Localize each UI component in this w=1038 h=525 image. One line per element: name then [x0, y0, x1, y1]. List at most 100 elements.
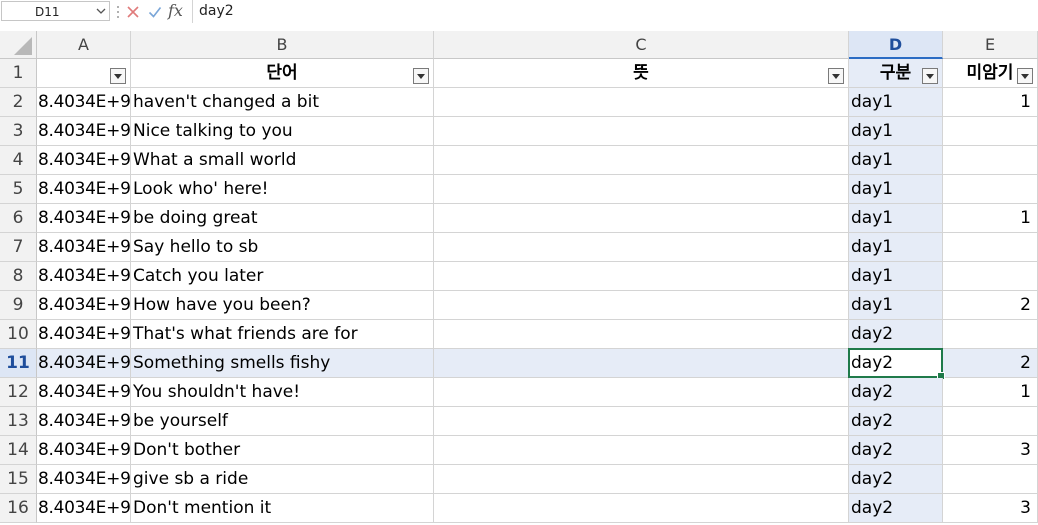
cell-e5[interactable]	[943, 175, 1038, 204]
cell-d12[interactable]: day2	[849, 378, 943, 407]
cell-b13[interactable]: be yourself	[131, 407, 434, 436]
cell-b9[interactable]: How have you been?	[131, 291, 434, 320]
function-fx-icon[interactable]: fx	[168, 1, 183, 20]
cell-b5[interactable]: Look who' here!	[131, 175, 434, 204]
cell-e4[interactable]	[943, 146, 1038, 175]
cell-d9[interactable]: day1	[849, 291, 943, 320]
cell-e6[interactable]: 1	[943, 204, 1038, 233]
cell-e7[interactable]	[943, 233, 1038, 262]
column-header-b[interactable]: B	[131, 31, 434, 59]
cell-d5[interactable]: day1	[849, 175, 943, 204]
cell-d4[interactable]: day1	[849, 146, 943, 175]
cell-c5[interactable]	[434, 175, 849, 204]
formula-input[interactable]: day2	[192, 0, 1038, 23]
cell-b16[interactable]: Don't mention it	[131, 494, 434, 523]
row-header-16[interactable]: 16	[0, 494, 37, 523]
cell-d8[interactable]: day1	[849, 262, 943, 291]
cell-b3[interactable]: Nice talking to you	[131, 117, 434, 146]
cell-e11[interactable]: 2	[943, 349, 1038, 378]
column-header-c[interactable]: C	[434, 31, 849, 59]
row-header-7[interactable]: 7	[0, 233, 37, 262]
filter-dropdown-icon[interactable]	[110, 68, 126, 84]
cell-a9[interactable]: 8.4034E+9	[37, 291, 131, 320]
row-header-13[interactable]: 13	[0, 407, 37, 436]
cell-e9[interactable]: 2	[943, 291, 1038, 320]
cell-b7[interactable]: Say hello to sb	[131, 233, 434, 262]
row-header-5[interactable]: 5	[0, 175, 37, 204]
confirm-check-icon[interactable]	[146, 3, 164, 21]
cell-a14[interactable]: 8.4034E+9	[37, 436, 131, 465]
cell-c8[interactable]	[434, 262, 849, 291]
filter-dropdown-icon[interactable]	[413, 68, 429, 84]
cell-c3[interactable]	[434, 117, 849, 146]
cell-c4[interactable]	[434, 146, 849, 175]
cell-b12[interactable]: You shouldn't have!	[131, 378, 434, 407]
column-header-a[interactable]: A	[37, 31, 131, 59]
cell-a4[interactable]: 8.4034E+9	[37, 146, 131, 175]
cell-a13[interactable]: 8.4034E+9	[37, 407, 131, 436]
cell-d14[interactable]: day2	[849, 436, 943, 465]
cell-d3[interactable]: day1	[849, 117, 943, 146]
cell-b11[interactable]: Something smells fishy	[131, 349, 434, 378]
cell-a15[interactable]: 8.4034E+9	[37, 465, 131, 494]
cell-b15[interactable]: give sb a ride	[131, 465, 434, 494]
cell-c2[interactable]	[434, 88, 849, 117]
row-header-1[interactable]: 1	[0, 59, 37, 88]
row-header-15[interactable]: 15	[0, 465, 37, 494]
cell-c10[interactable]	[434, 320, 849, 349]
cell-c15[interactable]	[434, 465, 849, 494]
cell-b4[interactable]: What a small world	[131, 146, 434, 175]
chevron-down-icon[interactable]	[96, 6, 106, 16]
header-cell-e[interactable]: 미암기	[943, 59, 1038, 88]
cell-c11[interactable]	[434, 349, 849, 378]
row-header-10[interactable]: 10	[0, 320, 37, 349]
cell-b6[interactable]: be doing great	[131, 204, 434, 233]
cell-c7[interactable]	[434, 233, 849, 262]
cell-c14[interactable]	[434, 436, 849, 465]
cell-b14[interactable]: Don't bother	[131, 436, 434, 465]
cell-a7[interactable]: 8.4034E+9	[37, 233, 131, 262]
cell-a11[interactable]: 8.4034E+9	[37, 349, 131, 378]
cell-e10[interactable]	[943, 320, 1038, 349]
cell-d15[interactable]: day2	[849, 465, 943, 494]
row-header-4[interactable]: 4	[0, 146, 37, 175]
header-cell-b[interactable]: 단어	[131, 59, 434, 88]
filter-dropdown-icon[interactable]	[1017, 68, 1033, 84]
cell-e15[interactable]	[943, 465, 1038, 494]
cell-a2[interactable]: 8.4034E+9	[37, 88, 131, 117]
filter-dropdown-icon[interactable]	[922, 68, 938, 84]
cancel-x-icon[interactable]	[124, 3, 142, 21]
cell-d7[interactable]: day1	[849, 233, 943, 262]
row-header-14[interactable]: 14	[0, 436, 37, 465]
row-header-6[interactable]: 6	[0, 204, 37, 233]
cell-c6[interactable]	[434, 204, 849, 233]
cell-b10[interactable]: That's what friends are for	[131, 320, 434, 349]
cell-a6[interactable]: 8.4034E+9	[37, 204, 131, 233]
row-header-9[interactable]: 9	[0, 291, 37, 320]
row-header-8[interactable]: 8	[0, 262, 37, 291]
header-cell-c[interactable]: 뜻	[434, 59, 849, 88]
cell-a5[interactable]: 8.4034E+9	[37, 175, 131, 204]
cell-e13[interactable]	[943, 407, 1038, 436]
row-header-11[interactable]: 11	[0, 349, 37, 378]
row-header-3[interactable]: 3	[0, 117, 37, 146]
cell-e12[interactable]: 1	[943, 378, 1038, 407]
name-box[interactable]: D11	[1, 1, 110, 21]
cell-a8[interactable]: 8.4034E+9	[37, 262, 131, 291]
select-all-triangle-icon[interactable]	[0, 31, 37, 59]
cell-d16[interactable]: day2	[849, 494, 943, 523]
cell-e16[interactable]: 3	[943, 494, 1038, 523]
cell-e8[interactable]	[943, 262, 1038, 291]
filter-dropdown-icon[interactable]	[828, 68, 844, 84]
row-header-2[interactable]: 2	[0, 88, 37, 117]
cell-a3[interactable]: 8.4034E+9	[37, 117, 131, 146]
cell-a12[interactable]: 8.4034E+9	[37, 378, 131, 407]
cell-b8[interactable]: Catch you later	[131, 262, 434, 291]
cell-d13[interactable]: day2	[849, 407, 943, 436]
header-cell-d[interactable]: 구분	[849, 59, 943, 88]
row-header-12[interactable]: 12	[0, 378, 37, 407]
cell-b2[interactable]: haven't changed a bit	[131, 88, 434, 117]
drag-handle-icon[interactable]	[116, 4, 120, 20]
cell-a16[interactable]: 8.4034E+9	[37, 494, 131, 523]
cell-c12[interactable]	[434, 378, 849, 407]
